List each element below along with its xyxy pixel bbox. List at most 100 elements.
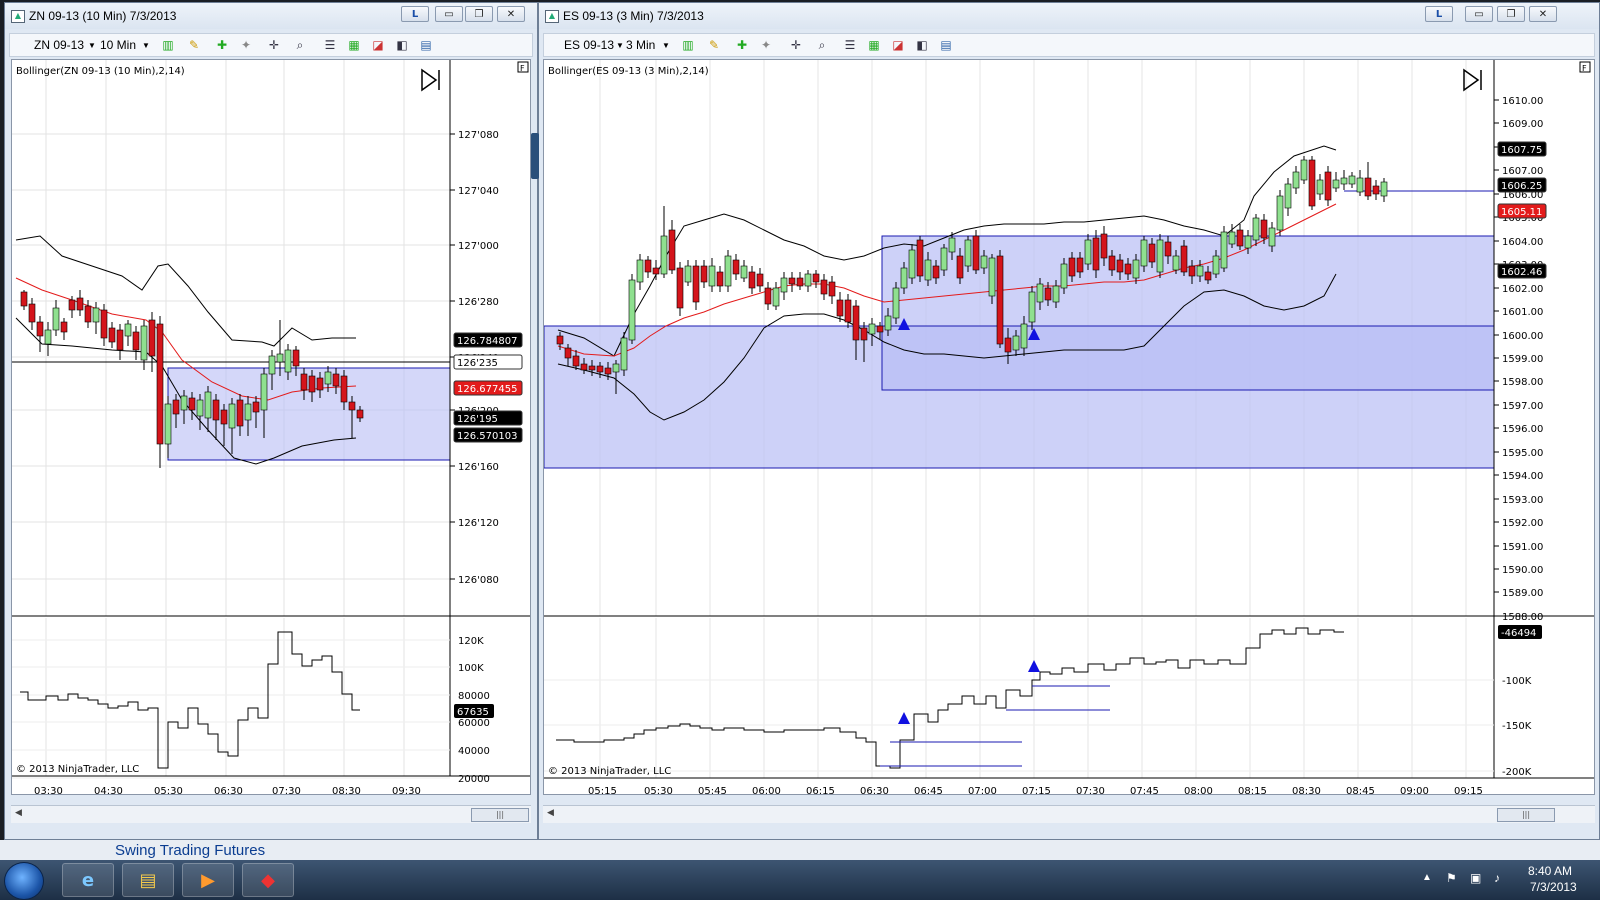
candlestick: [252, 401, 260, 413]
restore-button[interactable]: ❐: [465, 6, 493, 22]
volume-badge-label: -46494: [1501, 628, 1536, 639]
instrument-selector[interactable]: ZN 09-13: [34, 38, 84, 52]
flag-icon[interactable]: ⚑: [1446, 871, 1457, 885]
candlestick: [1076, 257, 1084, 273]
chart-trader-icon[interactable]: ▦: [866, 37, 882, 53]
snapshot-icon[interactable]: ◧: [394, 37, 410, 53]
zoom-icon[interactable]: ⌕: [292, 37, 308, 53]
link-button[interactable]: L: [401, 6, 429, 22]
interval-chevron-down-icon[interactable]: ▼: [142, 41, 150, 50]
candlestick: [76, 297, 84, 311]
scroll-thumb[interactable]: |||: [471, 808, 529, 822]
candlestick: [1268, 227, 1276, 247]
candlestick: [884, 315, 892, 331]
candlestick: [1108, 255, 1116, 271]
time-tick-label: 07:00: [968, 786, 997, 795]
window-layout-icon[interactable]: ▤: [418, 37, 434, 53]
show-hidden-icons-icon[interactable]: ▲: [1422, 872, 1432, 883]
time-tick-label: 07:30: [272, 786, 301, 795]
candlestick: [572, 355, 580, 367]
candlestick: [244, 403, 252, 421]
candlestick: [1196, 265, 1204, 277]
strategy-icon[interactable]: ✦: [758, 37, 774, 53]
price-badge-label: 1605.11: [1501, 207, 1542, 218]
horizontal-scrollbar[interactable]: ◀ |||: [11, 805, 531, 823]
strategy-icon[interactable]: ✦: [238, 37, 254, 53]
volume-tick-label: -150K: [1502, 721, 1532, 732]
volume-icon[interactable]: ♪: [1494, 871, 1500, 885]
candlestick: [748, 271, 756, 289]
crosshair-icon[interactable]: ✛: [266, 37, 282, 53]
volume-tick-label: 60000: [458, 718, 490, 729]
data-box-icon[interactable]: ◪: [890, 37, 906, 53]
chart-canvas-es[interactable]: Bollinger(ES 09-13 (3 Min),2,14) 1610.00 1…: [544, 60, 1595, 795]
add-indicator-icon[interactable]: ✚: [734, 37, 750, 53]
properties-icon[interactable]: ☰: [842, 37, 858, 53]
titlebar[interactable]: ▲ ZN 09-13 (10 Min) 7/3/2013 L ▭ ❐ ✕: [5, 3, 537, 29]
instrument-selector[interactable]: ES 09-13: [564, 38, 614, 52]
time-tick-label: 07:30: [1076, 786, 1105, 795]
price-tick-label: 1599.00: [1502, 354, 1543, 365]
chart-toolbar: ZN 09-13 ▼ 10 Min ▼ ▥ ✎ ✚ ✦ ✛ ⌕ ☰ ▦ ◪ ◧ …: [9, 33, 533, 57]
ninjatrader-icon[interactable]: ◆: [242, 863, 294, 897]
price-tick-label: 1591.00: [1502, 542, 1543, 553]
chart-window-es: ▲ ES 09-13 (3 Min) 7/3/2013 L ▭ ❐ ✕ ES 0…: [531, 2, 1600, 840]
chart-panel-es[interactable]: Bollinger(ES 09-13 (3 Min),2,14) 1610.00 1…: [543, 59, 1595, 795]
start-button[interactable]: [4, 862, 44, 900]
internet-explorer-icon[interactable]: e: [62, 863, 114, 897]
close-button[interactable]: ✕: [497, 6, 525, 22]
network-icon[interactable]: ▣: [1470, 871, 1481, 885]
drawing-pencil-icon[interactable]: ✎: [706, 37, 722, 53]
instrument-chevron-down-icon[interactable]: ▼: [88, 41, 96, 50]
candlestick: [644, 259, 652, 273]
scroll-left-icon[interactable]: ◀: [15, 808, 22, 818]
volume-line: [20, 631, 360, 769]
close-button[interactable]: ✕: [1529, 6, 1557, 22]
restore-button[interactable]: ❐: [1497, 6, 1525, 22]
price-badge-label: 1602.46: [1501, 267, 1542, 278]
candlestick: [1164, 241, 1172, 257]
chart-panel-zn[interactable]: Bollinger(ZN 09-13 (10 Min),2,14) 127'080…: [11, 59, 531, 795]
chart-window-zn: ▲ ZN 09-13 (10 Min) 7/3/2013 L ▭ ❐ ✕ ZN …: [4, 2, 538, 840]
candlestick: [764, 287, 772, 305]
folder-icon[interactable]: ▤: [122, 863, 174, 897]
indicator-label: Bollinger(ZN 09-13 (10 Min),2,14): [16, 66, 185, 77]
window-layout-icon[interactable]: ▤: [938, 37, 954, 53]
candlestick: [876, 325, 884, 333]
price-tick-label: 1609.00: [1502, 119, 1543, 130]
candlestick: [220, 409, 228, 425]
scroll-thumb[interactable]: |||: [1497, 808, 1555, 822]
candlestick: [44, 329, 52, 345]
bar-type-icon[interactable]: ▥: [160, 37, 176, 53]
instrument-chevron-down-icon[interactable]: ▼: [616, 41, 624, 50]
chart-canvas-zn[interactable]: Bollinger(ZN 09-13 (10 Min),2,14) 127'080…: [12, 60, 531, 795]
data-box-icon[interactable]: ◪: [370, 37, 386, 53]
minimize-button[interactable]: ▭: [1465, 6, 1493, 22]
candlestick: [1132, 259, 1140, 279]
snapshot-icon[interactable]: ◧: [914, 37, 930, 53]
horizontal-scrollbar[interactable]: ◀ |||: [543, 805, 1595, 823]
time-tick-label: 06:30: [214, 786, 243, 795]
price-tick-label: 1592.00: [1502, 518, 1543, 529]
titlebar[interactable]: ▲ ES 09-13 (3 Min) 7/3/2013 L ▭ ❐ ✕: [539, 3, 1599, 29]
media-player-icon[interactable]: ▶: [182, 863, 234, 897]
splitter-handle[interactable]: [531, 133, 539, 179]
drawing-pencil-icon[interactable]: ✎: [186, 37, 202, 53]
chart-trader-icon[interactable]: ▦: [346, 37, 362, 53]
link-button[interactable]: L: [1425, 6, 1453, 22]
minimize-button[interactable]: ▭: [435, 6, 463, 22]
candlestick: [804, 273, 812, 287]
interval-selector[interactable]: 3 Min: [626, 38, 655, 52]
interval-chevron-down-icon[interactable]: ▼: [662, 41, 670, 50]
scroll-left-icon[interactable]: ◀: [547, 808, 554, 818]
price-badge-label: 126.784807: [457, 336, 517, 347]
clock-date[interactable]: 7/3/2013: [1530, 880, 1577, 894]
bar-type-icon[interactable]: ▥: [680, 37, 696, 53]
desktop-link[interactable]: Swing Trading Futures: [115, 842, 265, 859]
interval-selector[interactable]: 10 Min: [100, 38, 136, 52]
zoom-icon[interactable]: ⌕: [814, 37, 830, 53]
clock-time[interactable]: 8:40 AM: [1528, 864, 1572, 878]
crosshair-icon[interactable]: ✛: [788, 37, 804, 53]
properties-icon[interactable]: ☰: [322, 37, 338, 53]
add-indicator-icon[interactable]: ✚: [214, 37, 230, 53]
